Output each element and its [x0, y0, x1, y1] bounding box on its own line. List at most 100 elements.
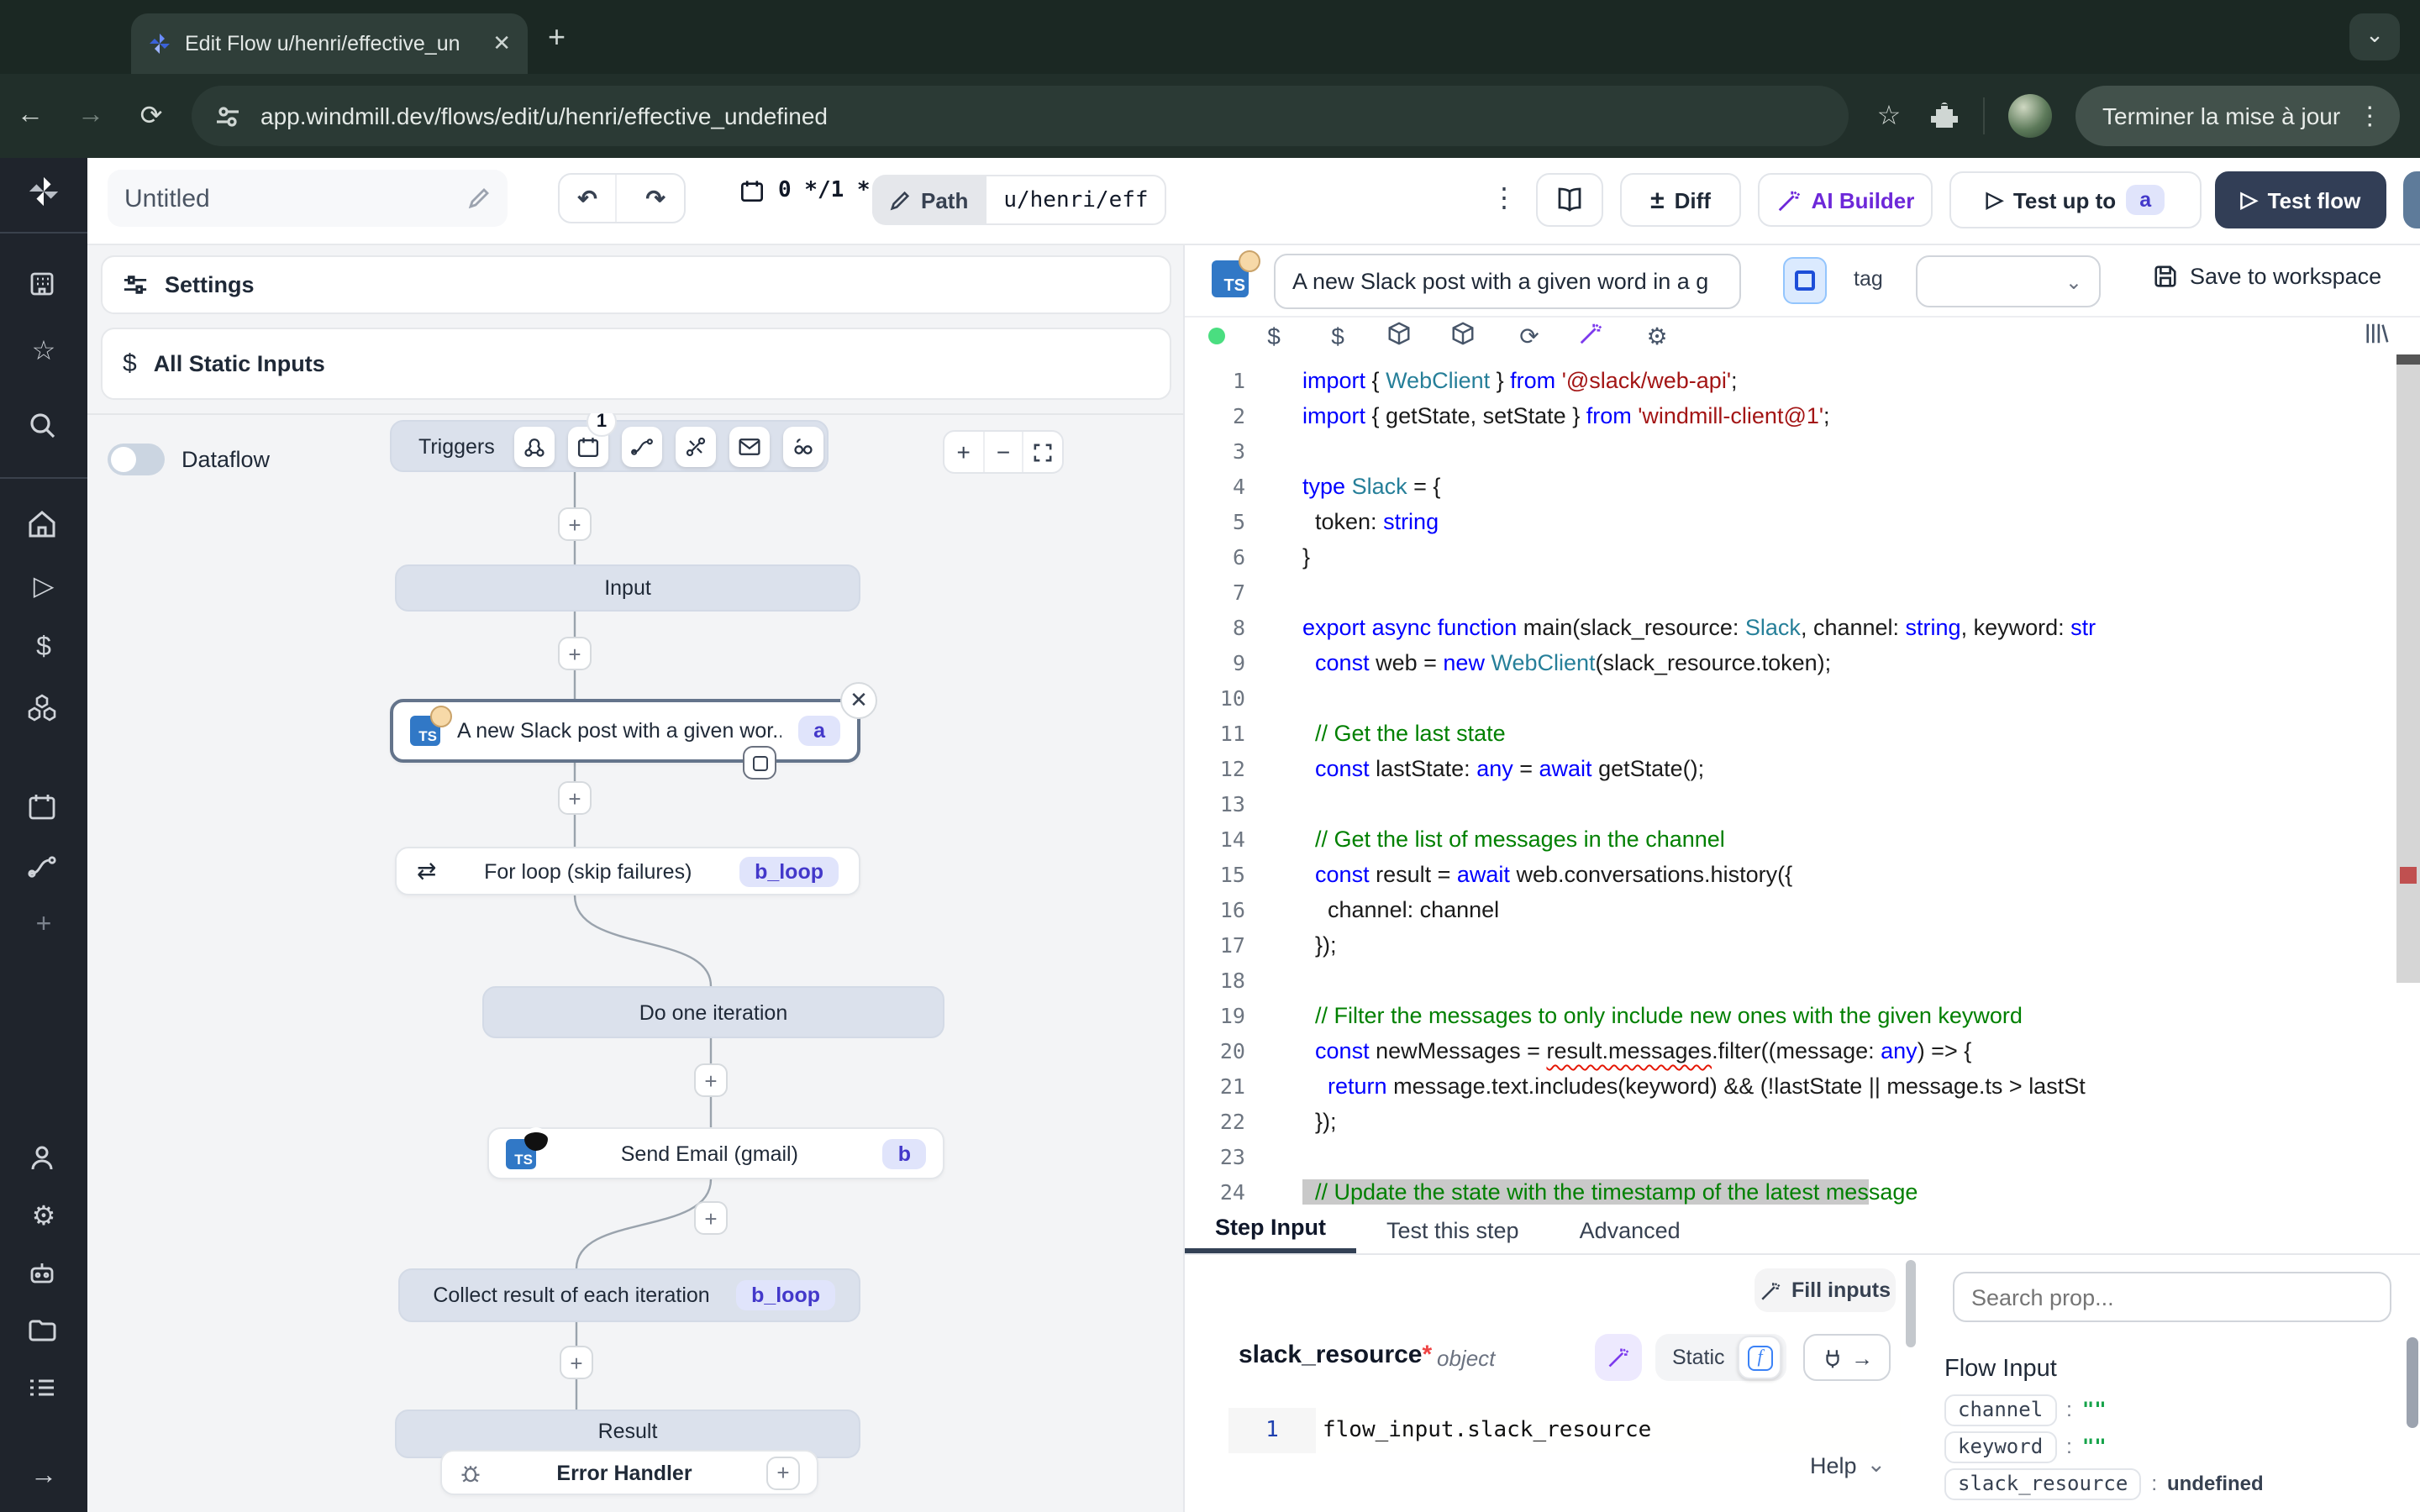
- flow-node-input[interactable]: Input: [395, 564, 860, 612]
- stop-after-step-icon[interactable]: [743, 746, 776, 780]
- sidebar-item-home[interactable]: [27, 509, 60, 543]
- all-static-inputs-bar[interactable]: $ All Static Inputs: [101, 328, 1171, 400]
- code-line[interactable]: 18: [1185, 963, 2420, 998]
- code-line[interactable]: 22 });: [1185, 1104, 2420, 1139]
- forward-icon[interactable]: →: [60, 101, 121, 131]
- path-value[interactable]: u/henri/eff: [985, 175, 1166, 225]
- props-scrollbar-thumb[interactable]: [2407, 1337, 2418, 1428]
- sidebar-item-schedules[interactable]: [27, 791, 60, 825]
- tag-select[interactable]: ⌄: [1916, 255, 2101, 307]
- static-function-toggle[interactable]: Static f: [1655, 1334, 1786, 1381]
- ai-fill-wand-button[interactable]: [1595, 1334, 1642, 1381]
- package-icon[interactable]: [1450, 321, 1481, 351]
- flow-settings-bar[interactable]: Settings: [101, 255, 1171, 314]
- webhook-trigger-icon[interactable]: [515, 426, 555, 466]
- sidebar-item-variables[interactable]: $: [27, 632, 60, 665]
- sidebar-item-search[interactable]: [27, 410, 60, 444]
- flow-node-do-one-iteration[interactable]: Do one iteration: [482, 986, 944, 1038]
- tab-search-chevron-icon[interactable]: ⌄: [2349, 13, 2400, 60]
- more-options-kebab-icon[interactable]: ⋮: [1487, 175, 1521, 225]
- sidebar-item-settings[interactable]: ⚙: [27, 1201, 60, 1235]
- windmill-logo-icon[interactable]: [27, 175, 60, 208]
- code-line[interactable]: 6}: [1185, 539, 2420, 575]
- redo-button[interactable]: ↷: [627, 175, 684, 222]
- selected-step-indicator-button[interactable]: [1783, 257, 1827, 304]
- search-prop-input[interactable]: [1953, 1272, 2391, 1322]
- code-line[interactable]: 14 // Get the list of messages in the ch…: [1185, 822, 2420, 857]
- browser-tab[interactable]: Edit Flow u/henri/effective_un ✕: [131, 13, 528, 74]
- flow-node-step-b[interactable]: TS Send Email (gmail) b: [487, 1127, 944, 1179]
- flow-node-error-handler[interactable]: Error Handler +: [440, 1450, 818, 1495]
- code-line[interactable]: 10: [1185, 680, 2420, 716]
- site-info-icon[interactable]: [215, 103, 240, 129]
- bookmark-star-icon[interactable]: ☆: [1872, 99, 1906, 133]
- save-draft-button[interactable]: Draft: [2403, 171, 2420, 228]
- edit-pencil-icon[interactable]: [467, 186, 491, 210]
- insert-step-icon[interactable]: +: [558, 507, 592, 541]
- dataflow-toggle[interactable]: [108, 444, 165, 475]
- code-line[interactable]: 8export async function main(slack_resour…: [1185, 610, 2420, 645]
- package-icon[interactable]: [1386, 321, 1417, 351]
- reload-icon[interactable]: ⟳: [121, 99, 182, 133]
- sidebar-item-resources[interactable]: [27, 692, 60, 726]
- flow-node-step-a[interactable]: TS A new Slack post with a given wor... …: [390, 699, 860, 763]
- sidebar-item-folders[interactable]: [27, 1315, 60, 1349]
- chrome-update-button[interactable]: Terminer la mise à jour ⋮: [2075, 86, 2399, 146]
- insert-step-icon[interactable]: +: [558, 637, 592, 670]
- code-line[interactable]: 1import { WebClient } from '@slack/web-a…: [1185, 363, 2420, 398]
- tab-advanced[interactable]: Advanced: [1549, 1206, 1711, 1253]
- script-settings-gear-icon[interactable]: ⚙: [1642, 321, 1672, 351]
- zoom-in-button[interactable]: +: [944, 432, 984, 472]
- function-mode-knob[interactable]: f: [1739, 1336, 1782, 1379]
- flow-input-prop-keyword[interactable]: keyword:"": [1944, 1428, 2398, 1465]
- code-line[interactable]: 12 const lastState: any = await getState…: [1185, 751, 2420, 786]
- subpanel-scrollbar-thumb[interactable]: [1906, 1260, 1916, 1347]
- route-trigger-icon[interactable]: [623, 426, 663, 466]
- insert-step-icon[interactable]: +: [558, 781, 592, 815]
- code-line[interactable]: 21 return message.text.includes(keyword)…: [1185, 1068, 2420, 1104]
- help-dropdown[interactable]: Help ⌄: [1810, 1452, 1886, 1478]
- sidebar-item-workers[interactable]: [27, 1258, 60, 1292]
- back-icon[interactable]: ←: [0, 101, 60, 131]
- sidebar-item-routes[interactable]: [27, 852, 60, 885]
- add-error-handler-icon[interactable]: +: [766, 1456, 800, 1489]
- save-to-workspace-button[interactable]: Save to workspace: [2153, 264, 2381, 289]
- library-icon[interactable]: [2365, 321, 2395, 351]
- variables-icon[interactable]: $: [1259, 321, 1289, 351]
- test-flow-button[interactable]: ▷ Test flow: [2215, 171, 2386, 228]
- expression-editor[interactable]: 1 flow_input.slack_resource: [1228, 1408, 1901, 1453]
- zoom-out-button[interactable]: −: [984, 432, 1023, 472]
- flow-path-chip[interactable]: Path u/henri/eff: [872, 175, 1167, 225]
- resources-dollar-icon[interactable]: $: [1323, 321, 1353, 351]
- fit-view-button[interactable]: [1024, 432, 1062, 472]
- code-editor[interactable]: 1import { WebClient } from '@slack/web-a…: [1185, 354, 2420, 1205]
- undo-button[interactable]: ↶: [560, 175, 617, 222]
- code-line[interactable]: 13: [1185, 786, 2420, 822]
- address-bar[interactable]: app.windmill.dev/flows/edit/u/henri/effe…: [192, 86, 1849, 146]
- sidebar-item-workspace[interactable]: [27, 269, 60, 302]
- triggers-node[interactable]: Triggers 1: [390, 420, 829, 472]
- reset-icon[interactable]: ⟳: [1514, 321, 1544, 351]
- new-tab-button[interactable]: +: [548, 20, 566, 55]
- code-line[interactable]: 3: [1185, 433, 2420, 469]
- ai-builder-button[interactable]: AI Builder: [1758, 173, 1933, 227]
- ai-wand-icon[interactable]: [1578, 321, 1608, 351]
- insert-step-icon[interactable]: +: [694, 1063, 728, 1097]
- sidebar-item-favorites[interactable]: ☆: [27, 336, 60, 370]
- insert-step-icon[interactable]: +: [694, 1201, 728, 1235]
- sidebar-item-user[interactable]: [27, 1142, 60, 1176]
- diff-button[interactable]: ± Diff: [1620, 173, 1741, 227]
- sidebar-item-audit-logs[interactable]: [27, 1373, 60, 1406]
- delete-step-icon[interactable]: ✕: [840, 682, 877, 719]
- code-line[interactable]: 16 channel: channel: [1185, 892, 2420, 927]
- poll-trigger-icon[interactable]: [784, 426, 824, 466]
- code-line[interactable]: 19 // Filter the messages to only includ…: [1185, 998, 2420, 1033]
- flow-graph-canvas[interactable]: Dataflow + − Triggers 1: [87, 413, 1183, 1512]
- profile-avatar[interactable]: [2008, 94, 2052, 138]
- code-line[interactable]: 15 const result = await web.conversation…: [1185, 857, 2420, 892]
- code-line[interactable]: 20 const newMessages = result.messages.f…: [1185, 1033, 2420, 1068]
- tab-close-icon[interactable]: ✕: [492, 30, 511, 57]
- expression-value[interactable]: flow_input.slack_resource: [1316, 1408, 1901, 1453]
- code-line[interactable]: 9 const web = new WebClient(slack_resour…: [1185, 645, 2420, 680]
- code-line[interactable]: 7: [1185, 575, 2420, 610]
